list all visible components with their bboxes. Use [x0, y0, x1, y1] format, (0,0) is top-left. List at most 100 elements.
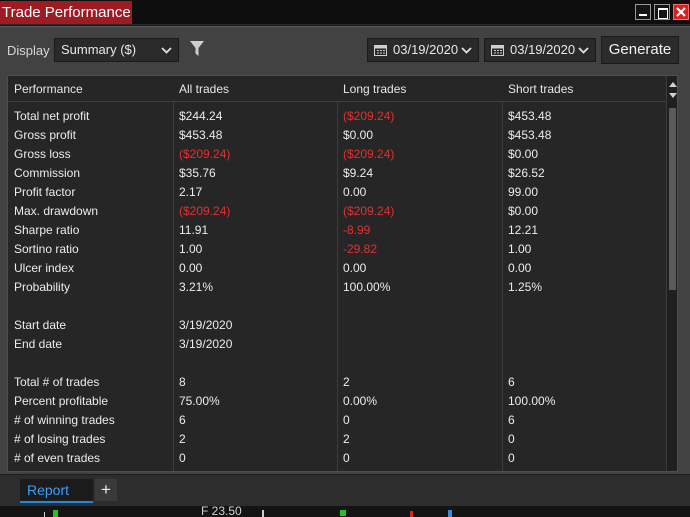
table-row[interactable]: Gross profit $453.48 $0.00 $453.48	[8, 126, 666, 145]
end-date-picker[interactable]: 03/19/2020	[484, 38, 596, 62]
header-performance[interactable]: Performance	[8, 76, 83, 102]
scroll-down-icon[interactable]	[669, 93, 677, 98]
short-trades-value	[502, 335, 508, 354]
row-label: Total # of trades	[14, 375, 100, 389]
table-row[interactable]: Gross loss ($209.24) ($209.24) $0.00	[8, 145, 666, 164]
table-row[interactable]: Percent profitable 75.00% 0.00% 100.00%	[8, 392, 666, 411]
long-trades-value: 0	[343, 413, 350, 427]
table-row[interactable]: # of losing trades 2 2 0	[8, 430, 666, 449]
table-row[interactable]: # of even trades 0 0 0	[8, 449, 666, 468]
row-label: Total net profit	[14, 109, 90, 123]
table-row[interactable]: Sharpe ratio 11.91 -8.99 12.21	[8, 221, 666, 240]
all-trades-value	[173, 297, 179, 316]
row-label: Start date	[14, 318, 67, 332]
title-bar: Trade Performance	[0, 0, 690, 25]
all-trades-value: $453.48	[179, 128, 223, 142]
long-trades-value: ($209.24)	[343, 109, 395, 123]
table-row[interactable]: Commission $35.76 $9.24 $26.52	[8, 164, 666, 183]
chevron-down-icon	[578, 47, 589, 54]
background-tick	[44, 512, 45, 517]
row-label: Gross profit	[14, 128, 77, 142]
short-trades-value: 6	[508, 413, 515, 427]
table-row[interactable]	[8, 297, 666, 316]
calendar-icon	[374, 45, 387, 56]
table-row[interactable]: # of winning trades 6 0 6	[8, 411, 666, 430]
generate-button[interactable]: Generate	[601, 36, 679, 64]
long-trades-value: $0.00	[343, 128, 374, 142]
short-trades-value	[502, 297, 508, 316]
background-bar	[53, 510, 58, 517]
short-trades-value: $26.52	[508, 166, 545, 180]
chevron-down-icon	[161, 47, 172, 54]
long-trades-value: 2	[343, 375, 350, 389]
start-date-picker[interactable]: 03/19/2020	[367, 38, 479, 62]
background-bar	[448, 510, 452, 517]
all-trades-value: ($209.24)	[179, 147, 231, 161]
long-trades-value: ($209.24)	[343, 147, 395, 161]
report-panel: Performance All trades Long trades Short…	[0, 72, 690, 474]
row-label: Sharpe ratio	[14, 223, 80, 237]
row-label: Probability	[14, 280, 71, 294]
header-long-trades[interactable]: Long trades	[337, 76, 406, 102]
minimize-icon[interactable]	[635, 4, 651, 20]
row-label: Max. drawdown	[14, 204, 99, 218]
all-trades-value: ($209.24)	[179, 204, 231, 218]
short-trades-value: 100.00%	[508, 394, 556, 408]
row-label: Gross loss	[14, 147, 71, 161]
chevron-down-icon	[461, 47, 472, 54]
display-select[interactable]: Summary ($)	[54, 38, 179, 62]
header-short-trades[interactable]: Short trades	[502, 76, 573, 102]
table-row[interactable]: Max. drawdown ($209.24) ($209.24) $0.00	[8, 202, 666, 221]
calendar-icon	[491, 45, 504, 56]
grid-header: Performance All trades Long trades Short…	[8, 76, 666, 102]
short-trades-value: 0.00	[508, 261, 532, 275]
all-trades-value: 6	[179, 413, 186, 427]
filter-icon[interactable]	[190, 41, 204, 57]
table-row[interactable]: Total # of trades 8 2 6	[8, 373, 666, 392]
vertical-scrollbar[interactable]	[666, 76, 677, 471]
all-trades-value: 3/19/2020	[179, 318, 233, 332]
add-tab-button[interactable]: +	[95, 479, 117, 501]
display-select-value: Summary ($)	[61, 42, 137, 57]
table-row[interactable]: Sortino ratio 1.00 -29.82 1.00	[8, 240, 666, 259]
all-trades-value: 1.00	[179, 242, 203, 256]
row-label	[8, 354, 14, 373]
row-label: Ulcer index	[14, 261, 75, 275]
long-trades-value	[337, 335, 343, 354]
tab-report[interactable]: Report	[20, 479, 93, 503]
maximize-icon[interactable]	[654, 4, 670, 20]
long-trades-value: 0.00	[343, 261, 367, 275]
table-row[interactable]	[8, 354, 666, 373]
long-trades-value: 0.00%	[343, 394, 378, 408]
table-row[interactable]: Profit factor 2.17 0.00 99.00	[8, 183, 666, 202]
long-trades-value: -29.82	[343, 242, 378, 256]
table-row[interactable]: Start date 3/19/2020	[8, 316, 666, 335]
row-label: Commission	[14, 166, 81, 180]
row-label: End date	[14, 337, 63, 351]
scrollbar-thumb[interactable]	[669, 108, 676, 290]
display-label: Display	[7, 43, 50, 58]
short-trades-value: $0.00	[508, 147, 539, 161]
table-row[interactable]: Total net profit $244.24 ($209.24) $453.48	[8, 107, 666, 126]
long-trades-value: 2	[343, 432, 350, 446]
table-row[interactable]: Probability 3.21% 100.00% 1.25%	[8, 278, 666, 297]
header-all-trades[interactable]: All trades	[173, 76, 229, 102]
short-trades-value	[502, 354, 508, 373]
close-icon[interactable]	[673, 4, 689, 20]
short-trades-value	[502, 316, 508, 335]
row-label: # of losing trades	[14, 432, 106, 446]
background-chart-strip: F 23.50	[0, 506, 690, 517]
all-trades-value	[173, 354, 179, 373]
short-trades-value: 12.21	[508, 223, 539, 237]
table-row[interactable]: End date 3/19/2020	[8, 335, 666, 354]
short-trades-value: 99.00	[508, 185, 539, 199]
background-bar	[410, 511, 413, 517]
scroll-up-icon[interactable]	[669, 82, 677, 87]
row-label: # of even trades	[14, 451, 101, 465]
short-trades-value: $453.48	[508, 109, 552, 123]
row-label: Percent profitable	[14, 394, 109, 408]
table-row[interactable]: Ulcer index 0.00 0.00 0.00	[8, 259, 666, 278]
long-trades-value: 0.00	[343, 185, 367, 199]
short-trades-value: $453.48	[508, 128, 552, 142]
tab-bar: Report +	[0, 474, 690, 506]
